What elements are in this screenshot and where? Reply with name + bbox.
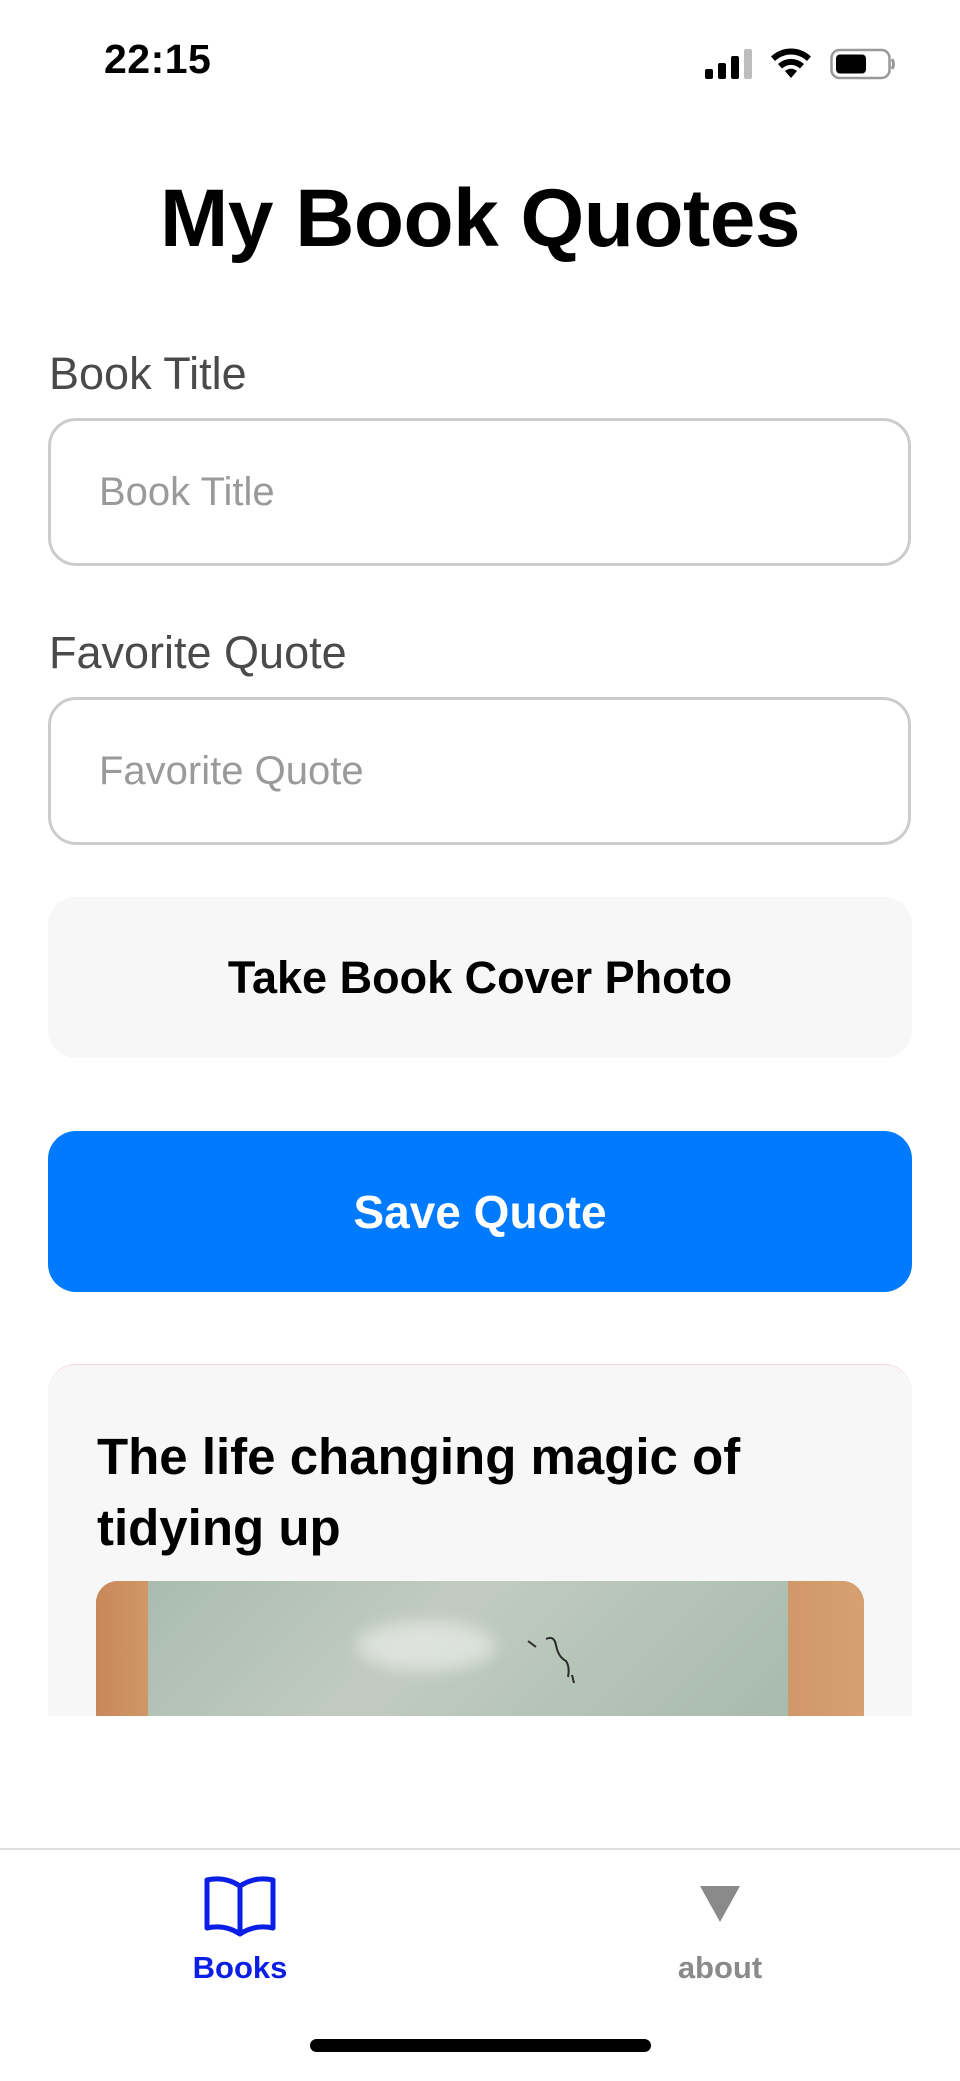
open-book-icon bbox=[204, 1876, 276, 1937]
status-time: 22:15 bbox=[104, 36, 212, 82]
wifi-icon bbox=[771, 48, 811, 78]
book-title-label: Book Title bbox=[49, 348, 247, 399]
quote-card[interactable]: The life changing magic of tidying up bbox=[48, 1364, 912, 1716]
favorite-quote-input[interactable] bbox=[48, 697, 911, 845]
home-indicator bbox=[310, 2039, 651, 2052]
battery-icon bbox=[830, 48, 895, 80]
quote-card-title: The life changing magic of tidying up bbox=[97, 1428, 741, 1556]
take-cover-photo-label: Take Book Cover Photo bbox=[227, 951, 733, 1003]
status-bar: 22:15 bbox=[0, 0, 960, 120]
save-quote-button[interactable]: Save Quote bbox=[48, 1131, 912, 1292]
triangle-down-icon bbox=[700, 1886, 740, 1922]
save-quote-label: Save Quote bbox=[353, 1185, 607, 1238]
tab-books-label: Books bbox=[192, 1950, 288, 1985]
tab-books[interactable]: Books bbox=[0, 1850, 480, 2000]
quote-list[interactable]: The life changing magic of tidying up bbox=[0, 1364, 960, 1716]
book-title-input[interactable] bbox=[48, 418, 911, 566]
take-cover-photo-button[interactable]: Take Book Cover Photo bbox=[48, 897, 912, 1058]
tab-about[interactable]: about bbox=[480, 1850, 960, 2000]
page-title: My Book Quotes bbox=[160, 173, 800, 264]
favorite-quote-label: Favorite Quote bbox=[49, 627, 347, 678]
tab-about-label: about bbox=[677, 1950, 763, 1985]
cellular-signal-icon bbox=[705, 49, 752, 79]
status-icons bbox=[705, 44, 896, 84]
book-cover-photo bbox=[96, 1581, 864, 1716]
